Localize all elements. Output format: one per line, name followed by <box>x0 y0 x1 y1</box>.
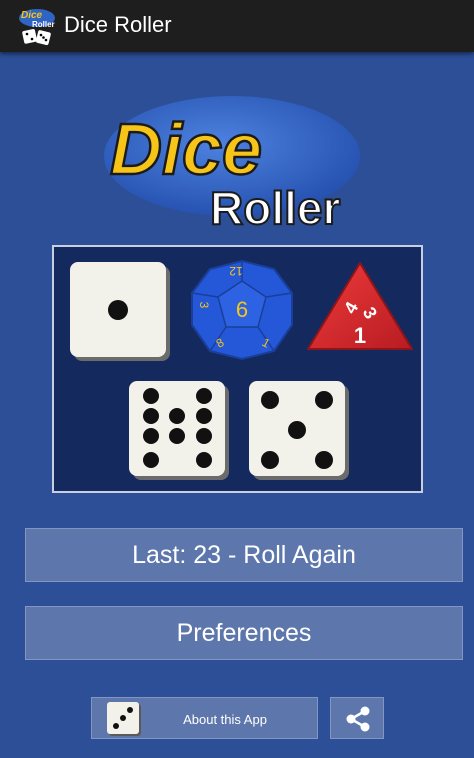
logo-word-dice: Dice <box>110 110 262 190</box>
roll-again-button[interactable]: Last: 23 - Roll Again <box>25 528 463 582</box>
d6-die-nine-pips[interactable] <box>128 380 232 482</box>
dice-roller-logo: Dice Roller <box>104 96 360 235</box>
preferences-button[interactable]: Preferences <box>25 606 463 660</box>
share-button[interactable] <box>330 697 384 739</box>
d12-die[interactable]: 6 12 3 8 1 <box>186 259 298 361</box>
app-icon-text-bottom: Roller <box>32 20 55 29</box>
d12-face-value: 6 <box>236 297 248 322</box>
app-title: Dice Roller <box>64 12 172 37</box>
about-app-label: About this App <box>183 711 267 727</box>
logo-word-roller: Roller <box>210 182 340 234</box>
app-bar: Dice Roller Dice Roller <box>0 0 474 52</box>
die-three-icon <box>107 702 141 736</box>
d4-label: 1 <box>354 323 366 348</box>
app-dice-logo-icon: Dice Roller <box>19 9 55 46</box>
d4-die[interactable]: 4 3 1 <box>304 261 416 357</box>
d6-die-five[interactable] <box>248 380 352 482</box>
share-icon <box>346 706 370 732</box>
dice-panel[interactable]: 6 12 3 8 1 4 3 1 <box>52 245 423 493</box>
about-app-button[interactable]: About this App <box>91 697 318 739</box>
d6-die-one[interactable] <box>69 261 173 363</box>
d12-side-label: 3 <box>197 302 211 309</box>
d12-side-label: 12 <box>229 264 243 278</box>
